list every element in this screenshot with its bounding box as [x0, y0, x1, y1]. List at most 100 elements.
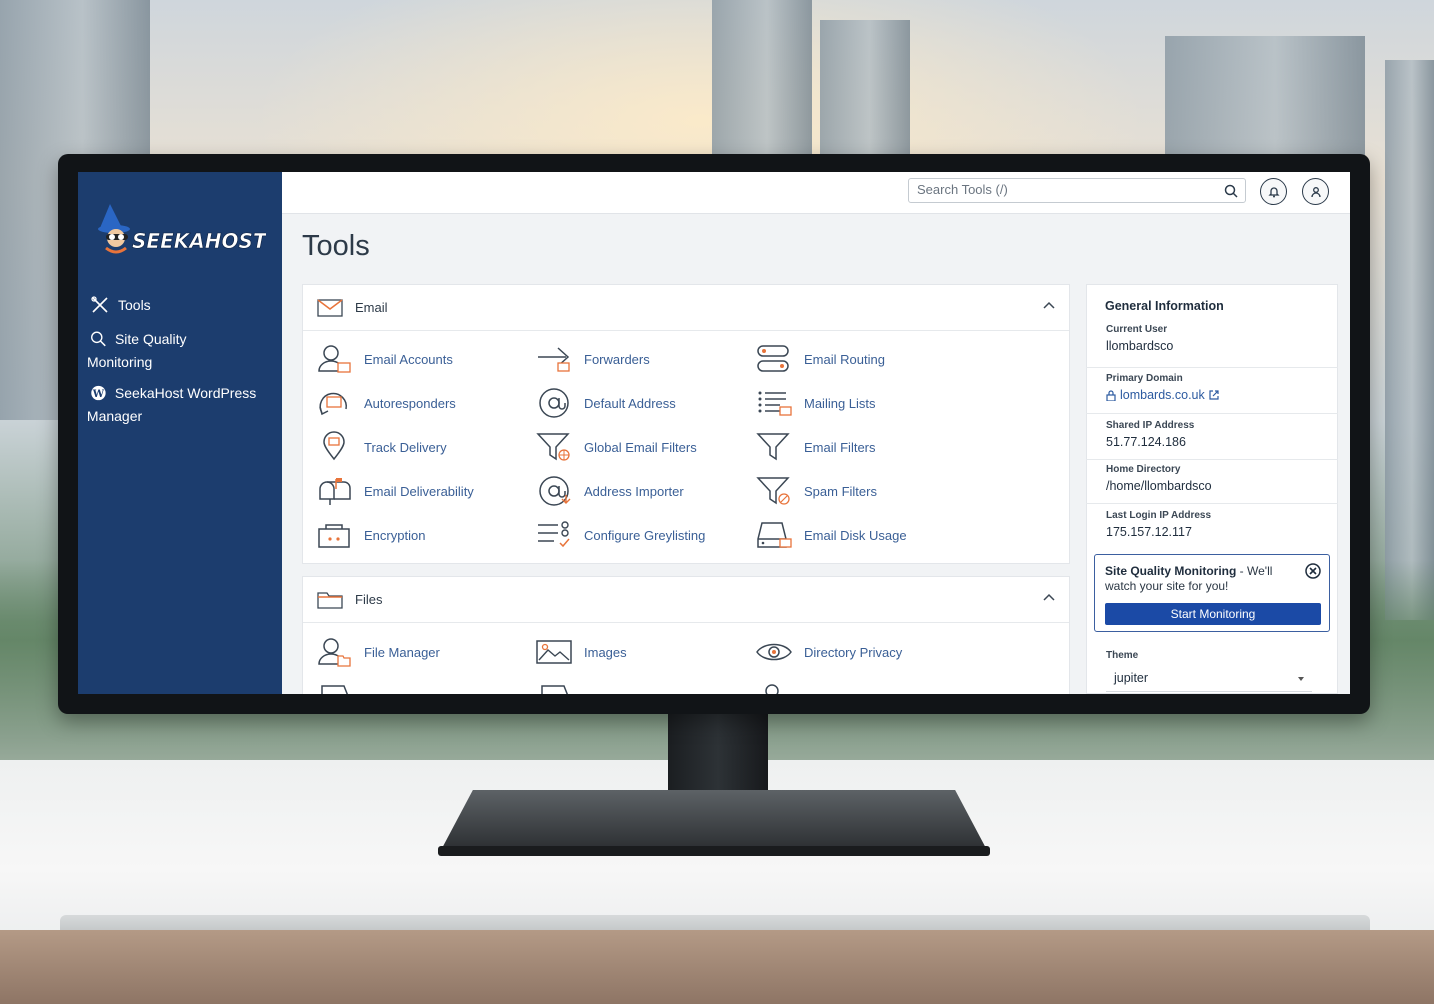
theme-label: Theme: [1106, 650, 1139, 661]
tool-file-manager[interactable]: File Manager: [316, 635, 440, 669]
sidebar-item-label: SeekaHost WordPress Manager: [86, 385, 257, 424]
tool-label: Email Disk Usage: [804, 527, 907, 543]
tool-encryption[interactable]: Encryption: [316, 518, 425, 552]
tool-spam-filters[interactable]: Spam Filters: [756, 474, 877, 508]
tool-label: Encryption: [364, 527, 426, 543]
lock-icon: [1106, 389, 1116, 401]
chevron-up-icon[interactable]: [1043, 301, 1055, 309]
list-icon: [758, 391, 792, 416]
global-filter-icon: [536, 433, 570, 461]
tool-email-deliverability[interactable]: Email Deliverability: [316, 474, 474, 508]
sidebar-item-site-quality[interactable]: Site Quality Monitoring: [87, 328, 230, 374]
user-mail-icon: [318, 345, 351, 373]
tool-email-accounts[interactable]: Email Accounts: [316, 342, 453, 376]
shared-ip-label: Shared IP Address: [1106, 420, 1195, 431]
tool-mailing-lists[interactable]: Mailing Lists: [756, 386, 876, 420]
files-section-header[interactable]: Files: [303, 577, 1069, 623]
theme-value: jupiter: [1114, 671, 1149, 685]
tool-label: Autoresponders: [364, 395, 456, 411]
tool-forwarders[interactable]: Forwarders: [536, 342, 650, 376]
tool-label: Email Routing: [804, 351, 885, 367]
notifications-button[interactable]: [1260, 178, 1287, 205]
tool-label: Email Deliverability: [364, 483, 474, 499]
theme-select[interactable]: jupiter: [1106, 666, 1312, 692]
email-section-title: Email: [355, 300, 388, 315]
user-icon: [1310, 186, 1321, 197]
tool-label: Track Delivery: [364, 439, 447, 455]
page-title: Tools: [302, 230, 370, 262]
primary-domain-link[interactable]: lombards.co.uk: [1106, 388, 1338, 402]
desk-front: [0, 930, 1434, 1004]
seekahost-logo[interactable]: SEEKAHOST: [96, 198, 276, 258]
tool-directory-privacy[interactable]: Directory Privacy: [756, 635, 902, 669]
search-input[interactable]: Search Tools (/): [908, 178, 1246, 203]
site-quality-promo: Site Quality Monitoring - We'll watch yo…: [1094, 554, 1330, 632]
tool-label: Mailing Lists: [804, 395, 876, 411]
eye-icon: [756, 643, 792, 661]
tools-icon: [91, 296, 108, 313]
tool-label: Spam Filters: [804, 483, 877, 499]
spam-filter-icon: [756, 477, 790, 505]
primary-domain-row: Primary Domain lombards.co.uk: [1086, 370, 1338, 414]
tool-label: Email Accounts: [364, 351, 453, 367]
user-menu-button[interactable]: [1302, 178, 1329, 205]
close-icon[interactable]: [1305, 563, 1321, 579]
monitor-base-edge: [438, 846, 990, 856]
email-section-header[interactable]: Email: [303, 285, 1069, 331]
home-directory-label: Home Directory: [1106, 464, 1181, 475]
current-user-row: Current User llombardsco: [1086, 324, 1338, 368]
sidebar-item-tools[interactable]: Tools: [90, 294, 151, 317]
tool-label: Address Importer: [584, 483, 684, 499]
sidebar-item-label: Tools: [118, 297, 151, 313]
tool-track-delivery[interactable]: Track Delivery: [316, 430, 447, 464]
tool-configure-greylisting[interactable]: Configure Greylisting: [536, 518, 705, 552]
last-login-row: Last Login IP Address 175.157.12.117: [1086, 508, 1338, 548]
last-login-value: 175.157.12.117: [1106, 525, 1192, 539]
primary-domain-value: lombards.co.uk: [1120, 388, 1205, 402]
tool-label: Configure Greylisting: [584, 527, 706, 543]
promo-text: Site Quality Monitoring - We'll watch yo…: [1105, 564, 1305, 594]
topbar: Search Tools (/): [282, 172, 1350, 214]
shared-ip-value: 51.77.124.186: [1106, 435, 1186, 449]
tool-email-filters[interactable]: Email Filters: [756, 430, 876, 464]
start-monitoring-button[interactable]: Start Monitoring: [1105, 603, 1321, 625]
tool-label: Default Address: [584, 395, 676, 411]
location-pin-icon: [323, 431, 345, 461]
general-information-title: General Information: [1105, 299, 1224, 313]
disk-usage-icon: [757, 522, 792, 548]
autoresponder-icon: [319, 392, 347, 416]
encryption-icon: [318, 524, 350, 548]
image-icon: [536, 640, 572, 664]
tool-label: Global Email Filters: [584, 439, 697, 455]
sidebar-item-wordpress-manager[interactable]: W SeekaHost WordPress Manager: [86, 382, 280, 428]
current-user-value: llombardsco: [1106, 339, 1174, 353]
tool-images[interactable]: Images: [536, 635, 627, 669]
at-sign-icon: [539, 388, 569, 418]
chevron-down-icon: [1298, 677, 1304, 681]
search-placeholder: Search Tools (/): [917, 182, 1008, 197]
sidebar: SEEKAHOST Tools Site Quality Monitoring …: [78, 172, 282, 694]
last-login-label: Last Login IP Address: [1106, 510, 1212, 521]
tool-label: Forwarders: [584, 351, 650, 367]
promo-title: Site Quality Monitoring: [1105, 564, 1237, 578]
building: [1385, 60, 1434, 620]
tool-global-email-filters[interactable]: Global Email Filters: [536, 430, 697, 464]
tool-email-routing[interactable]: Email Routing: [756, 342, 885, 376]
home-directory-row: Home Directory /home/llombardsco: [1086, 462, 1338, 504]
search-icon: [1224, 184, 1238, 198]
tool-label: Images: [584, 644, 627, 660]
chevron-up-icon[interactable]: [1043, 593, 1055, 601]
tool-label: Directory Privacy: [804, 644, 903, 660]
tool-email-disk-usage[interactable]: Email Disk Usage: [756, 518, 907, 552]
partial-icon: [765, 684, 779, 694]
routing-icon: [757, 345, 789, 372]
monitor-base: [440, 790, 988, 852]
partial-icon: [321, 685, 349, 694]
import-at-icon: [539, 476, 571, 506]
shared-ip-row: Shared IP Address 51.77.124.186: [1086, 418, 1338, 460]
greylisting-icon: [538, 521, 570, 548]
tool-default-address[interactable]: Default Address: [536, 386, 676, 420]
filter-icon: [756, 433, 790, 461]
tool-autoresponders[interactable]: Autoresponders: [316, 386, 456, 420]
tool-address-importer[interactable]: Address Importer: [536, 474, 684, 508]
